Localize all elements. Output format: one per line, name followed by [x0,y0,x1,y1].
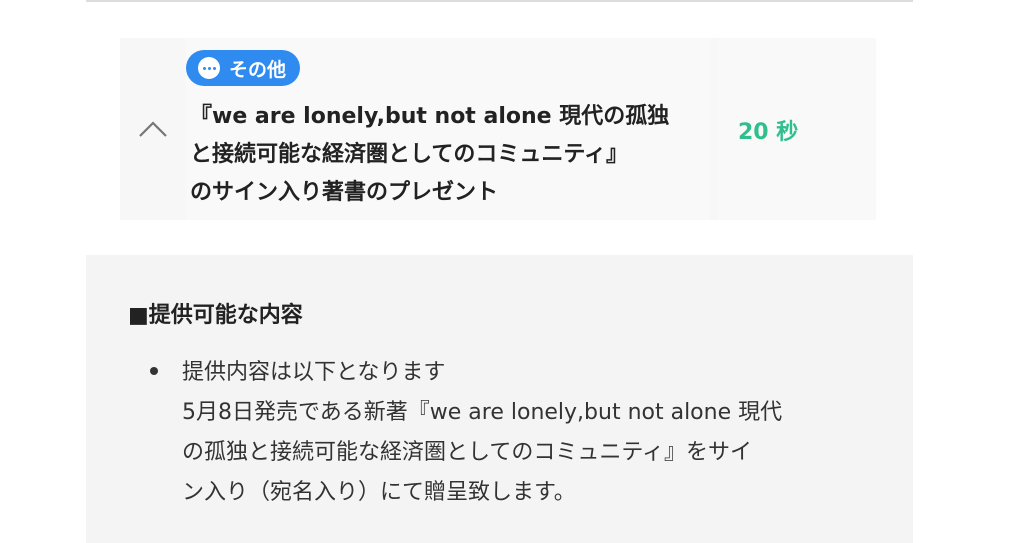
benefit-title-line: のサイン入り著書のプレゼント [190,180,499,205]
category-badge: その他 [186,50,301,86]
detail-line: ン入り（宛名入り）にて贈呈致します。 [182,480,576,505]
time-cell: 20 秒 [718,38,876,220]
category-badge-label: その他 [229,58,287,81]
chevron-up-icon[interactable] [120,38,186,220]
detail-heading: ■提供可能な内容 [128,303,303,328]
benefit-content: その他 『we are lonely,but not alone 現代の孤独 と… [186,38,710,220]
detail-text: 提供内容は以下となります 5月8日発売である新著『we are lonely,b… [182,353,872,513]
detail-line: 提供内容は以下となります [182,360,446,385]
benefit-title: 『we are lonely,but not alone 現代の孤独 と接続可能… [190,98,705,212]
detail-line: の孤独と接続可能な経済圏としてのコミュニティ』をサイ [182,440,753,465]
ellipsis-icon [198,57,220,79]
benefit-title-line: 『we are lonely,but not alone 現代の孤独 [190,104,670,129]
page: その他 『we are lonely,but not alone 現代の孤独 と… [0,0,1010,543]
divider [86,0,913,2]
benefit-row[interactable]: その他 『we are lonely,but not alone 現代の孤独 と… [120,38,876,220]
time-value: 20 秒 [738,120,799,145]
benefit-title-line: と接続可能な経済圏としてのコミュニティ』 [190,142,629,167]
detail-panel: ■提供可能な内容 提供内容は以下となります 5月8日発売である新著『we are… [86,255,913,543]
bullet-dot [150,367,158,375]
detail-line: 5月8日発売である新著『we are lonely,but not alone … [182,400,783,425]
